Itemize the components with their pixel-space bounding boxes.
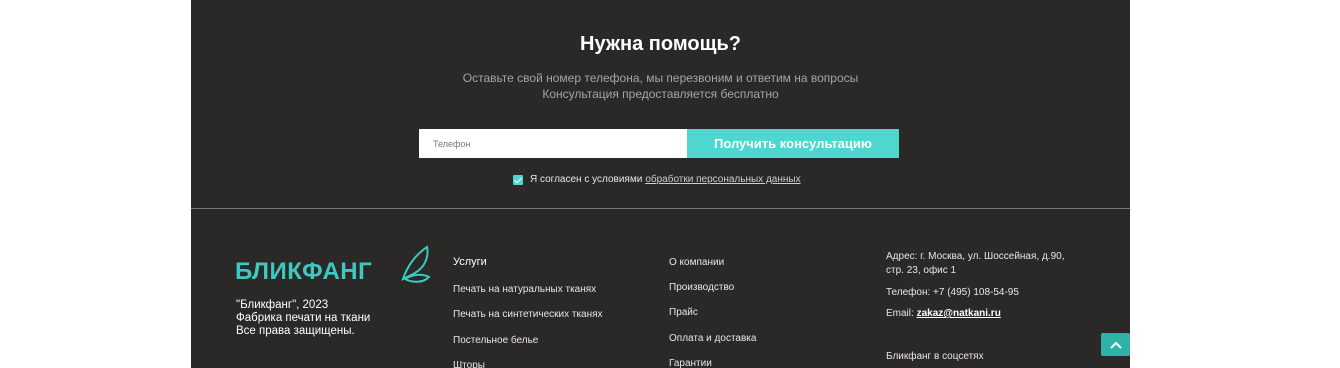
contact-email-link[interactable]: zakaz@natkani.ru (917, 308, 1001, 319)
consent-row: Я согласен с условиями обработки персона… (513, 174, 801, 185)
copyright-line2: Фабрика печати на ткани (236, 312, 371, 324)
get-consultation-button[interactable]: Получить консультацию (687, 129, 899, 158)
services-link-natural[interactable]: Печать на натуральных тканях (453, 284, 596, 295)
brand-logo[interactable]: БЛИКФАНГ (235, 243, 435, 290)
social-title: Бликфанг в соцсетях (886, 351, 984, 362)
company-link-delivery[interactable]: Оплата и доставка (669, 333, 756, 344)
privacy-policy-link[interactable]: обработки персональных данных (645, 174, 800, 185)
consent-checkbox[interactable] (513, 174, 523, 185)
scroll-to-top-button[interactable] (1101, 333, 1130, 356)
contact-address-line1: Адрес: г. Москва, ул. Шоссейная, д.90, (886, 251, 1065, 262)
company-link-about[interactable]: О компании (669, 257, 724, 268)
company-link-production[interactable]: Производство (669, 282, 734, 293)
help-subtitle-line2: Консультация предоставляется бесплатно (542, 87, 779, 101)
contact-address-line2: стр. 23, офис 1 (886, 265, 957, 276)
logo-graphic: БЛИКФАНГ (235, 245, 431, 285)
contact-email-label: Email: (886, 308, 914, 319)
chevron-up-icon (1109, 341, 1122, 349)
logo-text: БЛИКФАНГ (235, 258, 372, 285)
section-divider (191, 208, 1130, 209)
help-title: Нужна помощь? (580, 33, 741, 55)
butterfly-icon (401, 245, 431, 283)
contact-email-row: Email: zakaz@natkani.ru (886, 308, 1001, 319)
contact-phone: Телефон: +7 (495) 108-54-95 (886, 287, 1019, 298)
services-title: Услуги (453, 256, 487, 268)
copyright-line1: "Бликфанг", 2023 (236, 299, 329, 311)
phone-input[interactable] (419, 129, 687, 158)
services-link-curtains[interactable]: Шторы (453, 360, 485, 368)
copyright-line3: Все права защищены. (236, 325, 355, 337)
company-link-guarantees[interactable]: Гарантии (669, 358, 712, 368)
consent-text: Я согласен с условиями (530, 174, 643, 185)
services-link-bedding[interactable]: Постельное белье (453, 335, 538, 346)
services-link-synthetic[interactable]: Печать на синтетических тканях (453, 309, 603, 320)
company-link-price[interactable]: Прайс (669, 307, 698, 318)
help-subtitle-line1: Оставьте свой номер телефона, мы перезво… (462, 71, 859, 85)
page-container: Нужна помощь? Оставьте свой номер телефо… (191, 0, 1130, 368)
